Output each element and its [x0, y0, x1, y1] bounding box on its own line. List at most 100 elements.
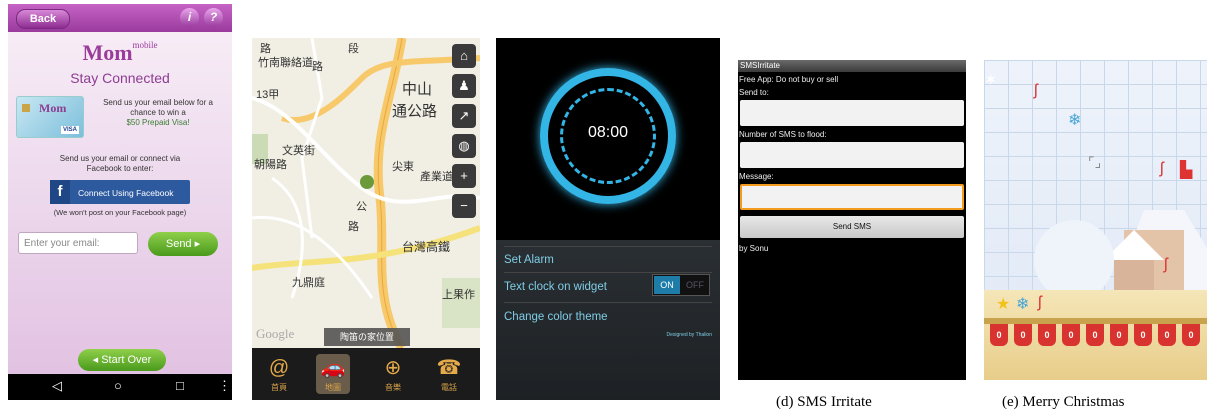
mobile-mom-screen: Back i ? Mommobile Stay Connected Mom VI… — [8, 4, 232, 400]
facebook-icon: f — [50, 180, 70, 204]
facebook-note: (We won't post on your Facebook page) — [53, 208, 187, 217]
dock-item-map[interactable]: 🚗 地圖 — [316, 354, 350, 394]
map-label: 朝陽路 — [254, 159, 287, 171]
message-label: Message: — [739, 172, 774, 181]
location-label: 陶笛の家位置 — [324, 328, 410, 346]
stocking-icon: 0 — [1086, 324, 1104, 346]
map-label: 路 — [348, 221, 359, 233]
candy-cane-icon[interactable]: ʃ — [1034, 82, 1038, 100]
toggle-off: OFF — [686, 280, 704, 290]
email-input[interactable]: Enter your email: — [18, 232, 138, 254]
map-label: 段 — [348, 43, 359, 55]
snowflake-icon[interactable]: ❄ — [1068, 110, 1081, 130]
menu-nav-icon[interactable]: ⋮ — [218, 378, 231, 394]
back-nav-icon[interactable]: ◁ — [52, 378, 62, 394]
dock-label: 電話 — [441, 383, 457, 392]
author-note: by Sonu — [739, 244, 769, 253]
car-icon: 🚗 — [320, 357, 346, 379]
recents-nav-icon[interactable]: □ — [176, 378, 184, 393]
directions-icon[interactable]: ↗ — [452, 104, 476, 128]
top-bar: Back i ? — [8, 4, 232, 32]
map-label: 上果作 — [442, 289, 475, 301]
christmas-game-screen[interactable]: ʃ ❄ ✶ ʃ ▙ ʃ ⌜⌟ ★ ❄ ʃ 0 0 0 0 0 0 0 0 0 — [984, 60, 1207, 380]
stocking-icon: 0 — [1062, 324, 1080, 346]
person-icon[interactable]: ♟ — [452, 74, 476, 98]
facebook-button-label: Connect Using Facebook — [78, 188, 174, 198]
set-alarm-item[interactable]: Set Alarm — [504, 246, 712, 273]
map-label: 九鼎庭 — [292, 277, 325, 289]
zoom-out-icon[interactable]: − — [452, 194, 476, 218]
main-content: Mommobile Stay Connected Mom VISA Send u… — [8, 32, 232, 374]
caption-e: (e) Merry Christmas — [1002, 394, 1125, 410]
android-nav-bar: ◁ ○ □ ⋮ — [8, 374, 232, 400]
selection-target-icon[interactable]: ⌜⌟ — [1088, 154, 1101, 171]
stocking-icon: 0 — [1158, 324, 1176, 346]
dock-label: 地圖 — [325, 383, 341, 392]
map-label: 通公路 — [392, 103, 438, 120]
map-label: 13甲 — [256, 89, 280, 101]
map-label: 竹南聯絡道 — [258, 57, 313, 69]
candy-cane-icon: ʃ — [1038, 294, 1042, 311]
dock-item-phone[interactable]: ☎ 電話 — [432, 354, 466, 394]
bottom-dock: @ 首頁 🚗 地圖 ⊕ 音樂 ☎ 電話 — [252, 348, 480, 400]
google-logo: Google — [256, 326, 295, 341]
enter-line-2: Facebook to enter: — [86, 164, 154, 173]
dock-item-home[interactable]: @ 首頁 — [262, 354, 296, 394]
card-chip-icon — [22, 104, 30, 112]
send-button[interactable]: Send ▸ — [148, 232, 218, 256]
map-label: 尖東 — [392, 161, 414, 173]
visa-logo: VISA — [60, 126, 79, 134]
star-icon: ★ — [996, 296, 1011, 313]
stocking-icon: 0 — [1038, 324, 1056, 346]
number-label: Number of SMS to flood: — [739, 130, 827, 139]
background-scene — [1034, 210, 1207, 290]
back-button[interactable]: Back — [16, 9, 70, 29]
free-app-note: Free App: Do not buy or sell — [739, 75, 839, 84]
info-icon[interactable]: i — [180, 8, 199, 27]
offer-line-1: Send us your email below for a — [103, 98, 213, 107]
map-label: 中山 — [402, 81, 433, 98]
text-clock-toggle[interactable]: ON OFF — [652, 274, 710, 296]
globe-icon[interactable]: ◍ — [452, 134, 476, 158]
map-label: 產業道 — [420, 171, 453, 183]
sms-irritate-screen: SMSIrritate Free App: Do not buy or sell… — [738, 60, 966, 380]
facebook-connect-button[interactable]: f Connect Using Facebook — [50, 180, 190, 204]
map-screen: 路 竹南聯絡道 段 路 中山 通公路 尖東 產業道 朝陽路 文英街 台灣高鐵 九… — [252, 38, 480, 400]
contacts-icon: @ — [268, 357, 290, 379]
zoom-in-icon[interactable]: + — [452, 164, 476, 188]
app-title: SMSIrritate — [738, 60, 966, 72]
enter-instructions: Send us your email or connect via Facebo… — [28, 154, 212, 174]
send-to-input[interactable] — [740, 100, 964, 126]
card-logo: Mom — [39, 101, 67, 115]
toggle-on: ON — [654, 276, 680, 294]
number-input[interactable] — [740, 142, 964, 168]
home-nav-icon[interactable]: ○ — [114, 378, 122, 393]
dock-item-music[interactable]: ⊕ 音樂 — [376, 354, 410, 394]
stocking-icon: 0 — [1182, 324, 1200, 346]
globe-icon: ⊕ — [384, 357, 402, 379]
candy-cane-icon[interactable]: ʃ — [1164, 256, 1168, 274]
dock-label: 音樂 — [385, 383, 401, 392]
stocking-icon: 0 — [1014, 324, 1032, 346]
stocking-icon[interactable]: ▙ — [1180, 160, 1192, 180]
offer-line-2: chance to win a — [130, 108, 186, 117]
start-over-button[interactable]: ◂ Start Over — [78, 349, 166, 371]
map-label: 台灣高鐵 — [402, 240, 451, 254]
stocking-icon: 0 — [990, 324, 1008, 346]
snowflake-icon: ❄ — [1016, 296, 1030, 313]
home-icon[interactable]: ⌂ — [452, 44, 476, 68]
map-label: 公 — [356, 201, 367, 213]
clock-widget-screen: 08:00 Set Alarm Text clock on widget ON … — [496, 38, 720, 400]
message-input[interactable] — [740, 184, 964, 210]
candy-cane-icon[interactable]: ʃ — [1160, 160, 1164, 178]
designed-by: Designed by Thalion — [666, 332, 713, 338]
phone-icon: ☎ — [436, 357, 462, 379]
help-icon[interactable]: ? — [204, 8, 223, 27]
location-pin-icon — [360, 175, 374, 189]
change-color-item[interactable]: Change color theme — [504, 302, 712, 331]
send-sms-button[interactable]: Send SMS — [740, 216, 964, 238]
dock-label: 首頁 — [271, 383, 287, 392]
stocking-icon: 0 — [1134, 324, 1152, 346]
enter-line-1: Send us your email or connect via — [59, 154, 181, 163]
app-logo: Mommobile — [82, 40, 158, 65]
